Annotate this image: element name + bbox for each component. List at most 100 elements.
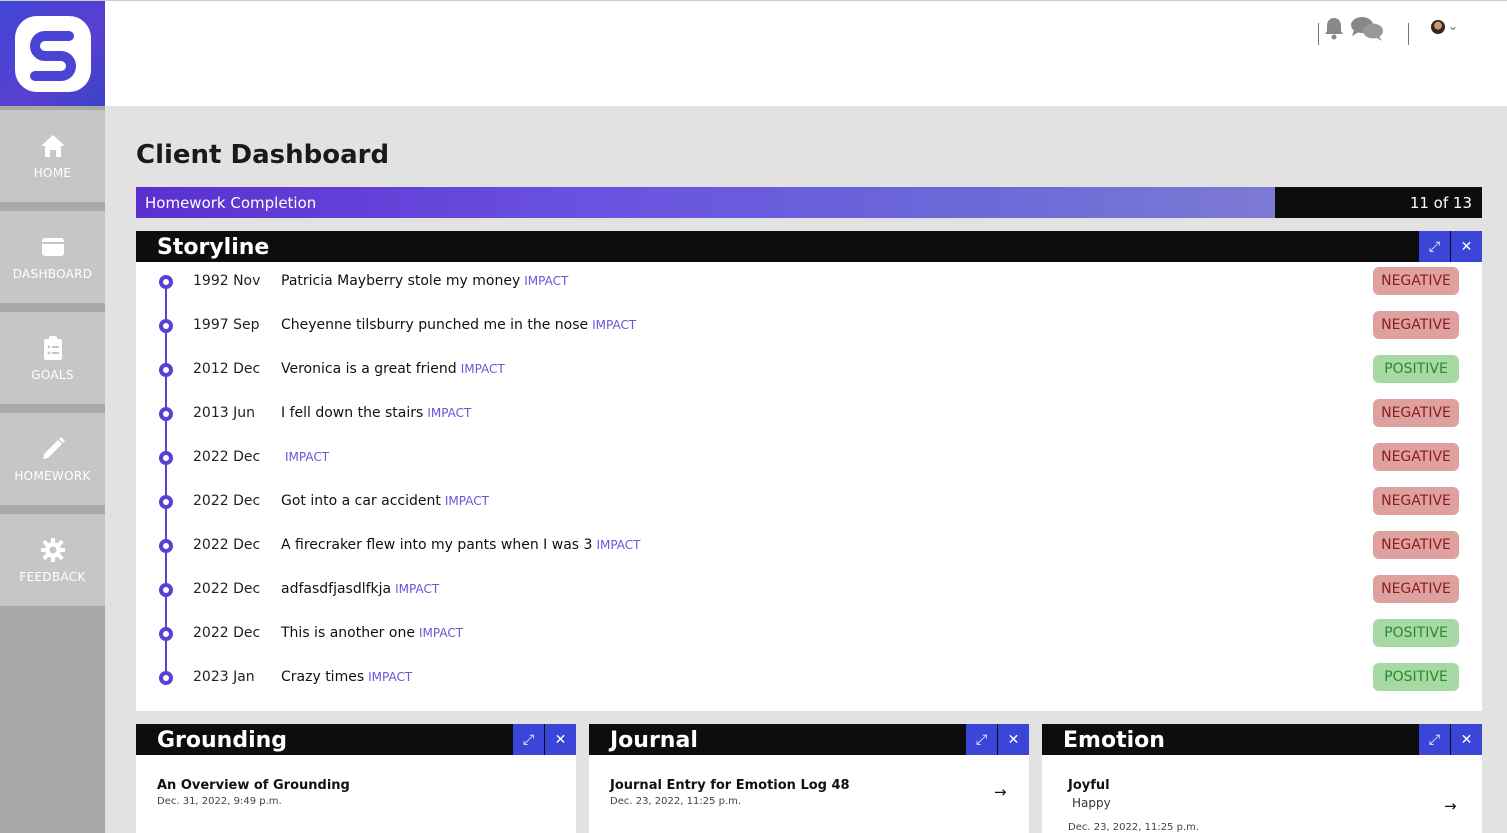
timeline-dot-icon — [159, 583, 173, 597]
sidebar-item-homework[interactable]: HOMEWORK — [0, 413, 105, 505]
expand-button[interactable]: ⤢ — [513, 724, 544, 755]
event-description: I fell down the stairs IMPACT — [281, 405, 471, 421]
app-logo[interactable] — [0, 1, 105, 107]
homework-progress-bar: Homework Completion 11 of 13 — [136, 187, 1482, 218]
homework-progress-label: Homework Completion — [145, 194, 317, 212]
sidebar-item-dashboard[interactable]: DASHBOARD — [0, 211, 105, 303]
entry-subtitle: Happy — [1072, 796, 1111, 810]
event-date: 2012 Dec — [193, 361, 261, 377]
arrow-right-icon[interactable]: → — [1444, 797, 1457, 815]
expand-icon: ⤢ — [522, 731, 535, 748]
card-header: Storyline ⤢ ✕ — [136, 231, 1482, 262]
chevron-down-icon[interactable]: ⌄ — [1448, 19, 1458, 33]
impact-link[interactable]: IMPACT — [524, 274, 568, 288]
event-date: 2022 Dec — [193, 581, 261, 597]
avatar[interactable] — [1431, 20, 1445, 34]
entry-date: Dec. 23, 2022, 11:25 p.m. — [1068, 822, 1200, 833]
timeline-dot-icon — [159, 319, 173, 333]
timeline-dot-icon — [159, 671, 173, 685]
timeline-row: 1997 Sep Cheyenne tilsburry punched me in… — [136, 306, 1482, 350]
impact-link[interactable]: IMPACT — [596, 538, 640, 552]
event-text: Cheyenne tilsburry punched me in the nos… — [281, 317, 589, 333]
bell-icon[interactable] — [1323, 16, 1345, 40]
event-text: Patricia Mayberry stole my money — [281, 273, 521, 289]
impact-link[interactable]: IMPACT — [445, 494, 489, 508]
close-button[interactable]: ✕ — [545, 724, 576, 755]
event-text: Veronica is a great friend — [281, 361, 457, 377]
event-description: Patricia Mayberry stole my money IMPACT — [281, 273, 568, 289]
pencil-icon — [42, 437, 65, 459]
impact-badge: NEGATIVE — [1373, 399, 1459, 427]
impact-badge: POSITIVE — [1373, 663, 1459, 691]
event-description: This is another one IMPACT — [281, 625, 463, 641]
close-icon: ✕ — [1460, 238, 1473, 255]
arrow-right-icon[interactable]: → — [994, 783, 1007, 801]
event-text: I fell down the stairs — [281, 405, 424, 421]
sidebar-item-feedback[interactable]: FEEDBACK — [0, 514, 105, 606]
impact-badge: NEGATIVE — [1373, 443, 1459, 471]
entry-date: Dec. 31, 2022, 9:49 p.m. — [157, 796, 282, 807]
emotion-card: Emotion ⤢ ✕ Joyful Happy Dec. 23, 2022, … — [1042, 724, 1482, 833]
sidebar-item-goals[interactable]: GOALS — [0, 312, 105, 404]
entry-title[interactable]: An Overview of Grounding — [157, 778, 350, 793]
sidebar: HOME DASHBOARD GOALS HOMEWORK FEEDBACK — [0, 106, 105, 833]
event-text: Crazy times — [281, 669, 365, 685]
entry-title[interactable]: Joyful — [1068, 778, 1110, 793]
clipboard-icon — [43, 336, 62, 360]
event-text: Got into a car accident — [281, 493, 441, 509]
impact-badge: POSITIVE — [1373, 619, 1459, 647]
impact-link[interactable]: IMPACT — [285, 450, 329, 464]
event-description: Veronica is a great friend IMPACT — [281, 361, 505, 377]
impact-link[interactable]: IMPACT — [592, 318, 636, 332]
expand-icon: ⤢ — [1428, 238, 1441, 255]
card-header: Journal ⤢ ✕ — [589, 724, 1029, 755]
timeline-row: 2022 Dec IMPACT NEGATIVE — [136, 438, 1482, 482]
expand-button[interactable]: ⤢ — [1419, 724, 1450, 755]
grounding-card: Grounding ⤢ ✕ An Overview of Grounding D… — [136, 724, 576, 833]
timeline-row: 2022 Dec A firecraker flew into my pants … — [136, 526, 1482, 570]
event-description: Crazy times IMPACT — [281, 669, 412, 685]
impact-link[interactable]: IMPACT — [427, 406, 471, 420]
logo-icon — [14, 16, 91, 92]
card-title: Journal — [610, 728, 698, 753]
event-date: 2023 Jan — [193, 669, 255, 685]
close-icon: ✕ — [1460, 731, 1473, 748]
expand-button[interactable]: ⤢ — [1419, 231, 1450, 262]
event-date: 2013 Jun — [193, 405, 255, 421]
card-header: Grounding ⤢ ✕ — [136, 724, 576, 755]
impact-link[interactable]: IMPACT — [395, 582, 439, 596]
top-bar: ⌄ — [0, 0, 1507, 107]
home-icon — [40, 135, 65, 157]
card-title: Emotion — [1063, 728, 1165, 753]
impact-link[interactable]: IMPACT — [419, 626, 463, 640]
homework-progress-count: 11 of 13 — [1409, 194, 1472, 212]
event-date: 1992 Nov — [193, 273, 261, 289]
timeline-dot-icon — [159, 539, 173, 553]
gear-icon — [40, 538, 65, 562]
entry-title[interactable]: Journal Entry for Emotion Log 48 — [610, 778, 850, 793]
event-text: A firecraker flew into my pants when I w… — [281, 537, 593, 553]
event-date: 2022 Dec — [193, 537, 261, 553]
timeline-row: 2012 Dec Veronica is a great friend IMPACT… — [136, 350, 1482, 394]
event-text: adfasdfjasdlfkja — [281, 581, 392, 597]
impact-link[interactable]: IMPACT — [368, 670, 412, 684]
impact-link[interactable]: IMPACT — [461, 362, 505, 376]
sidebar-item-home[interactable]: HOME — [0, 110, 105, 202]
expand-button[interactable]: ⤢ — [966, 724, 997, 755]
event-description: Got into a car accident IMPACT — [281, 493, 489, 509]
timeline-dot-icon — [159, 495, 173, 509]
timeline-dot-icon — [159, 363, 173, 377]
sidebar-item-label: FEEDBACK — [19, 570, 86, 584]
entry-date: Dec. 23, 2022, 11:25 p.m. — [610, 796, 742, 807]
chat-icon[interactable] — [1350, 15, 1384, 43]
sidebar-item-label: HOMEWORK — [14, 469, 91, 483]
close-icon: ✕ — [1007, 731, 1020, 748]
close-button[interactable]: ✕ — [1451, 724, 1482, 755]
impact-badge: NEGATIVE — [1373, 531, 1459, 559]
event-description: Cheyenne tilsburry punched me in the nos… — [281, 317, 636, 333]
divider — [1318, 23, 1319, 45]
close-button[interactable]: ✕ — [998, 724, 1029, 755]
close-icon: ✕ — [554, 731, 567, 748]
close-button[interactable]: ✕ — [1451, 231, 1482, 262]
timeline-dot-icon — [159, 627, 173, 641]
